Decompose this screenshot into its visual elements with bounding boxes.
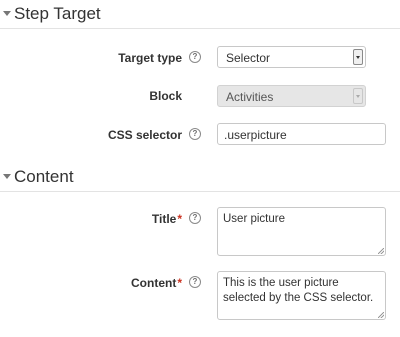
section-title: Step Target <box>14 4 101 23</box>
section-header-step-target[interactable]: Step Target <box>0 2 400 29</box>
title-value: User picture <box>223 213 285 225</box>
help-icon[interactable]: ? <box>189 51 201 63</box>
target-type-select[interactable]: Selector <box>217 46 366 68</box>
collapse-arrow-icon[interactable] <box>3 11 11 16</box>
resize-grip-icon[interactable] <box>378 312 384 318</box>
block-value: Activities <box>226 90 274 104</box>
required-marker: * <box>177 276 182 290</box>
target-type-label: Target type <box>118 51 182 65</box>
css-selector-input[interactable]: .userpicture <box>217 123 386 145</box>
help-icon[interactable]: ? <box>189 276 201 288</box>
required-marker: * <box>177 212 182 226</box>
css-selector-label: CSS selector <box>107 128 182 142</box>
content-label-text: Content <box>131 276 177 290</box>
resize-grip-icon[interactable] <box>378 248 384 254</box>
block-select: Activities <box>217 85 366 107</box>
title-label-text: Title <box>151 212 177 226</box>
target-type-value: Selector <box>226 51 271 65</box>
section-title: Content <box>14 167 74 186</box>
help-icon[interactable]: ? <box>189 128 201 140</box>
content-textarea[interactable]: This is the user picture selected by the… <box>217 271 386 320</box>
title-textarea[interactable]: User picture <box>217 207 386 256</box>
help-icon[interactable]: ? <box>189 212 201 224</box>
dropdown-arrow-icon[interactable] <box>353 49 363 65</box>
dropdown-arrow-icon <box>353 88 363 104</box>
content-value: This is the user picture selected by the… <box>223 277 374 304</box>
css-selector-value: .userpicture <box>224 128 287 142</box>
section-header-content[interactable]: Content <box>0 165 400 192</box>
block-label: Block <box>149 89 182 103</box>
title-label: Title* <box>152 212 182 226</box>
content-label: Content* <box>131 276 182 290</box>
collapse-arrow-icon[interactable] <box>3 174 11 179</box>
